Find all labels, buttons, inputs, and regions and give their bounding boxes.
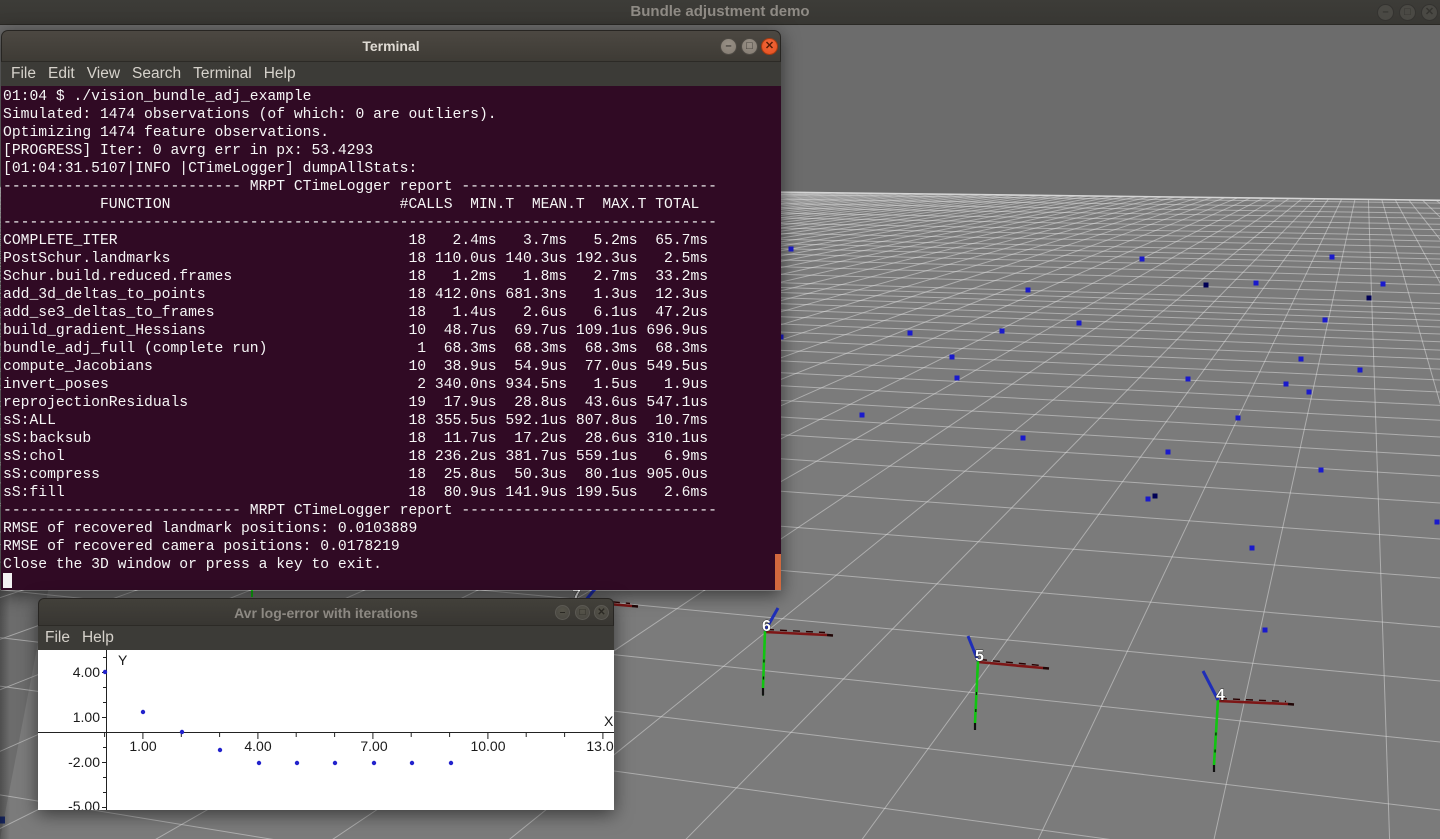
svg-text:13.0: 13.0 <box>586 738 613 754</box>
svg-text:4: 4 <box>1216 687 1225 704</box>
svg-text:-5.00: -5.00 <box>68 798 100 810</box>
svg-text:4.00: 4.00 <box>73 664 100 680</box>
svg-text:-2.00: -2.00 <box>68 754 100 770</box>
svg-text:1.00: 1.00 <box>73 709 100 725</box>
svg-text:Y: Y <box>118 652 128 668</box>
svg-text:5: 5 <box>975 648 984 665</box>
svg-text:4.00: 4.00 <box>244 738 271 754</box>
svg-text:1.00: 1.00 <box>129 738 156 754</box>
svg-text:6: 6 <box>762 618 771 635</box>
svg-text:7.00: 7.00 <box>360 738 387 754</box>
svg-text:10.00: 10.00 <box>470 738 505 754</box>
svg-text:X: X <box>604 713 614 729</box>
